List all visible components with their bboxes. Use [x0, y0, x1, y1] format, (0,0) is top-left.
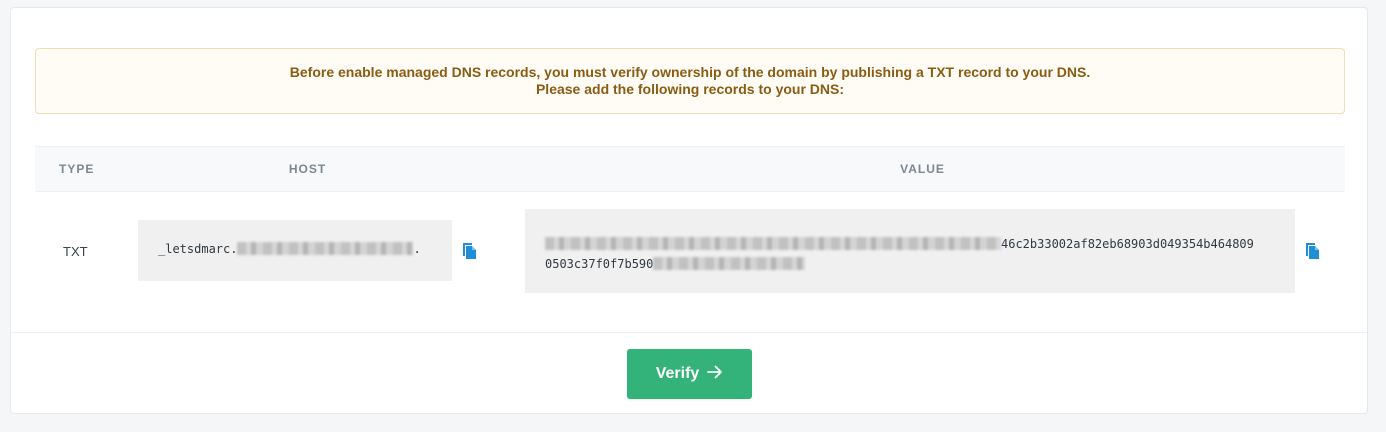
value-line-1: 46c2b33002af82eb68903d049354b464809 — [545, 234, 1295, 254]
value-line-2-text: 0503c37f0f7b590 — [545, 257, 654, 271]
footer-divider — [11, 332, 1367, 333]
redacted-value-start — [545, 237, 1001, 250]
verify-label: Verify — [655, 365, 700, 382]
column-header-host: HOST — [288, 162, 327, 176]
host-suffix: . — [413, 242, 421, 256]
verify-button[interactable]: Verify — [627, 349, 752, 399]
arrow-right-icon — [707, 365, 723, 384]
value-line-1-text: 46c2b33002af82eb68903d049354b464809 — [1001, 237, 1254, 251]
redacted-value-end — [653, 257, 806, 270]
dns-verification-card: Before enable managed DNS records, you m… — [10, 7, 1368, 414]
record-type-cell: TXT — [63, 244, 88, 259]
copy-icon[interactable] — [460, 240, 478, 260]
host-prefix: _letsdmarc. — [158, 242, 238, 256]
value-line-2: 0503c37f0f7b590 — [545, 254, 1295, 274]
verification-notice: Before enable managed DNS records, you m… — [35, 48, 1345, 114]
column-header-value: VALUE — [900, 162, 945, 176]
notice-line-1: Before enable managed DNS records, you m… — [289, 64, 1091, 80]
host-value-box[interactable]: _letsdmarc.. — [138, 220, 452, 281]
redacted-host — [237, 242, 414, 255]
record-value-box[interactable]: 46c2b33002af82eb68903d049354b464809 0503… — [525, 209, 1295, 293]
notice-line-2: Please add the following records to your… — [535, 81, 845, 97]
copy-icon[interactable] — [1303, 240, 1321, 260]
records-table-header: TYPE HOST VALUE — [35, 146, 1345, 192]
